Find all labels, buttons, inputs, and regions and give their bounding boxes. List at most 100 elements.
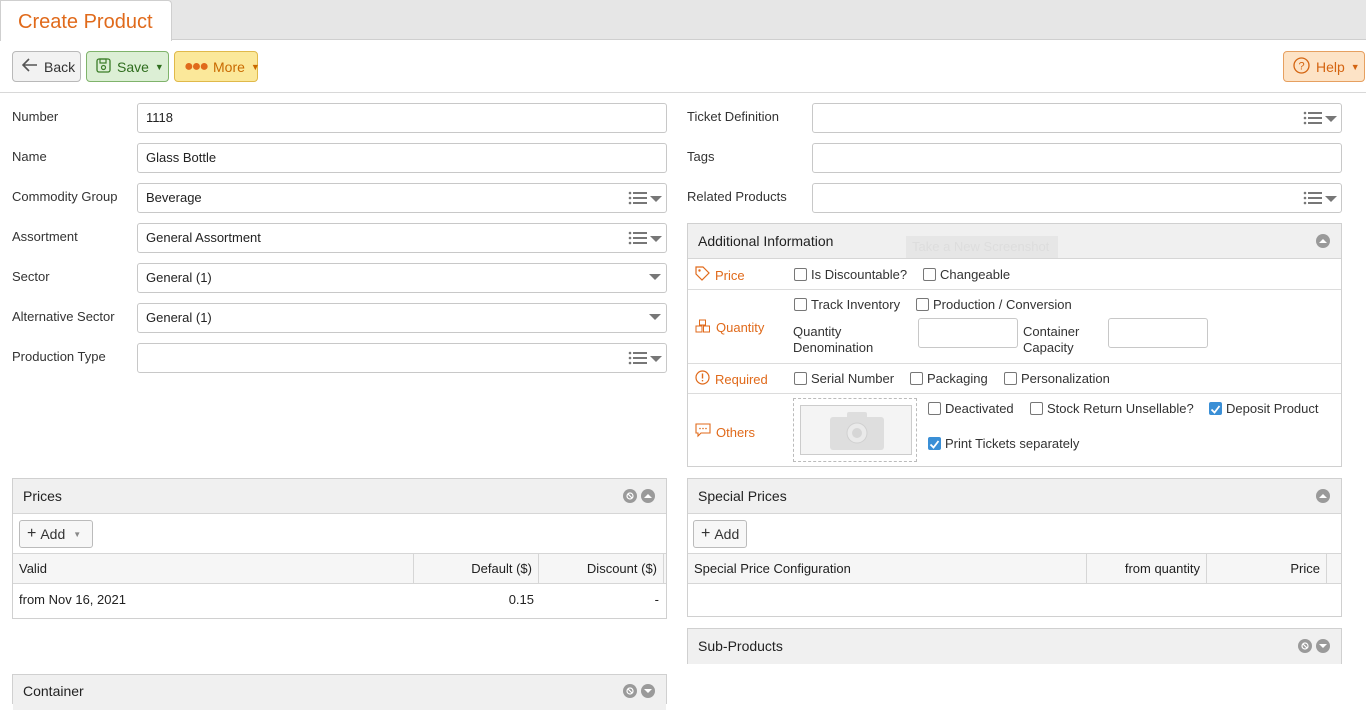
more-button[interactable]: ●●● More ▼ xyxy=(174,51,260,82)
required-label: Required xyxy=(715,371,768,387)
production-conversion-checkbox[interactable] xyxy=(916,298,929,311)
collapse-icon[interactable] xyxy=(641,489,655,503)
related-products-label: Related Products xyxy=(687,189,787,204)
special-prices-panel: Special Prices + Add Special Price Confi… xyxy=(687,478,1342,617)
price-label: Price xyxy=(715,267,745,283)
add-price-button[interactable]: + Add ▼ xyxy=(19,520,93,548)
commodity-group-label: Commodity Group xyxy=(12,189,118,204)
image-placeholder xyxy=(800,405,912,455)
column-valid[interactable]: Valid xyxy=(13,554,414,584)
column-from-quantity[interactable]: from quantity xyxy=(1087,554,1207,584)
screenshot-overlay: Take a New Screenshot xyxy=(906,236,1058,258)
list-dropdown-icon[interactable] xyxy=(628,190,662,206)
expand-icon[interactable] xyxy=(1316,639,1330,653)
collapse-icon[interactable] xyxy=(1316,489,1330,503)
back-button[interactable]: Back xyxy=(12,51,81,82)
others-section-label: Others xyxy=(695,423,755,441)
related-products-field[interactable] xyxy=(812,183,1342,213)
alternative-sector-label: Alternative Sector xyxy=(12,309,115,324)
more-label: More xyxy=(213,58,245,75)
price-valid-cell: from Nov 16, 2021 xyxy=(19,592,126,607)
stock-return-unsellable-checkbox[interactable] xyxy=(1030,402,1043,415)
special-prices-title: Special Prices xyxy=(698,488,787,504)
help-button[interactable]: ? Help ▼ xyxy=(1283,51,1365,82)
checkmark-icon xyxy=(1210,405,1221,414)
required-section-label: Required xyxy=(695,370,768,388)
ticket-definition-field[interactable] xyxy=(812,103,1342,133)
column-discount[interactable]: Discount ($) xyxy=(539,554,664,584)
disable-icon[interactable] xyxy=(623,684,637,698)
is-discountable-label: Is Discountable? xyxy=(811,267,908,282)
chevron-down-icon: ▼ xyxy=(154,61,164,72)
chevron-down-icon xyxy=(649,314,661,320)
column-price[interactable]: Price xyxy=(1207,554,1327,584)
list-dropdown-icon[interactable] xyxy=(1303,110,1337,126)
disable-icon[interactable] xyxy=(1298,639,1312,653)
production-conversion-label: Production / Conversion xyxy=(933,297,1072,312)
number-field[interactable]: 1118 xyxy=(137,103,667,133)
assortment-field[interactable]: General Assortment xyxy=(137,223,667,253)
quantity-denomination-label-line2: Denomination xyxy=(793,340,874,355)
add-special-price-label: Add xyxy=(714,526,740,542)
alternative-sector-select[interactable]: General (1) xyxy=(137,303,667,333)
chevron-down-icon: ▼ xyxy=(73,529,82,539)
packaging-checkbox[interactable] xyxy=(910,372,923,385)
track-inventory-checkbox[interactable] xyxy=(794,298,807,311)
list-dropdown-icon[interactable] xyxy=(1303,190,1337,206)
back-label: Back xyxy=(44,58,76,75)
commodity-group-field[interactable]: Beverage xyxy=(137,183,667,213)
assortment-value: General Assortment xyxy=(146,230,261,245)
tab-create-product[interactable]: Create Product xyxy=(0,0,172,41)
changeable-label: Changeable xyxy=(940,267,1011,282)
tags-label: Tags xyxy=(687,149,715,164)
deactivated-checkbox[interactable] xyxy=(928,402,941,415)
column-default[interactable]: Default ($) xyxy=(414,554,539,584)
name-value: Glass Bottle xyxy=(146,150,217,165)
floppy-disk-icon xyxy=(96,57,111,76)
quantity-section-label: Quantity xyxy=(695,319,764,336)
number-label: Number xyxy=(12,109,59,124)
arrow-left-icon xyxy=(21,58,38,75)
divider xyxy=(688,289,1341,290)
help-label: Help xyxy=(1316,58,1345,75)
changeable-checkbox[interactable] xyxy=(923,268,936,281)
quantity-denomination-input[interactable] xyxy=(918,318,1018,348)
column-special-price-configuration[interactable]: Special Price Configuration xyxy=(688,554,1087,584)
is-discountable-checkbox[interactable] xyxy=(794,268,807,281)
prices-title: Prices xyxy=(23,488,62,504)
collapse-icon[interactable] xyxy=(1316,234,1330,248)
personalization-checkbox[interactable] xyxy=(1004,372,1017,385)
disable-icon[interactable] xyxy=(623,489,637,503)
sector-select[interactable]: General (1) xyxy=(137,263,667,293)
track-inventory-label: Track Inventory xyxy=(811,297,901,312)
production-type-field[interactable] xyxy=(137,343,667,373)
save-label: Save xyxy=(117,58,149,75)
exclamation-circle-icon xyxy=(695,370,710,388)
list-dropdown-icon[interactable] xyxy=(628,230,662,246)
deposit-product-label: Deposit Product xyxy=(1226,401,1319,416)
product-image-dropzone[interactable] xyxy=(793,398,917,462)
add-special-price-button[interactable]: + Add xyxy=(693,520,747,548)
print-tickets-separately-checkbox[interactable] xyxy=(928,437,941,450)
comment-icon xyxy=(695,423,711,441)
deposit-product-checkbox[interactable] xyxy=(1209,402,1222,415)
name-field[interactable]: Glass Bottle xyxy=(137,143,667,173)
expand-icon[interactable] xyxy=(641,684,655,698)
serial-number-label: Serial Number xyxy=(811,371,895,386)
save-button[interactable]: Save ▼ xyxy=(86,51,169,82)
special-prices-header[interactable]: Special Prices xyxy=(688,479,1341,514)
container-capacity-input[interactable] xyxy=(1108,318,1208,348)
dots-icon: ●●● xyxy=(184,57,209,75)
tags-field[interactable] xyxy=(812,143,1342,173)
list-dropdown-icon[interactable] xyxy=(628,350,662,366)
sub-products-header[interactable]: Sub-Products xyxy=(688,629,1341,664)
commodity-group-value: Beverage xyxy=(146,190,202,205)
serial-number-checkbox[interactable] xyxy=(794,372,807,385)
sub-products-title: Sub-Products xyxy=(698,638,783,654)
container-capacity-label-line1: Container xyxy=(1023,324,1080,339)
container-header[interactable]: Container xyxy=(13,675,666,710)
assortment-label: Assortment xyxy=(12,229,78,244)
additional-information-panel: Additional Information Price Is Discount… xyxy=(687,223,1342,467)
prices-header[interactable]: Prices xyxy=(13,479,666,514)
container-capacity-label-line2: Capacity xyxy=(1023,340,1074,355)
